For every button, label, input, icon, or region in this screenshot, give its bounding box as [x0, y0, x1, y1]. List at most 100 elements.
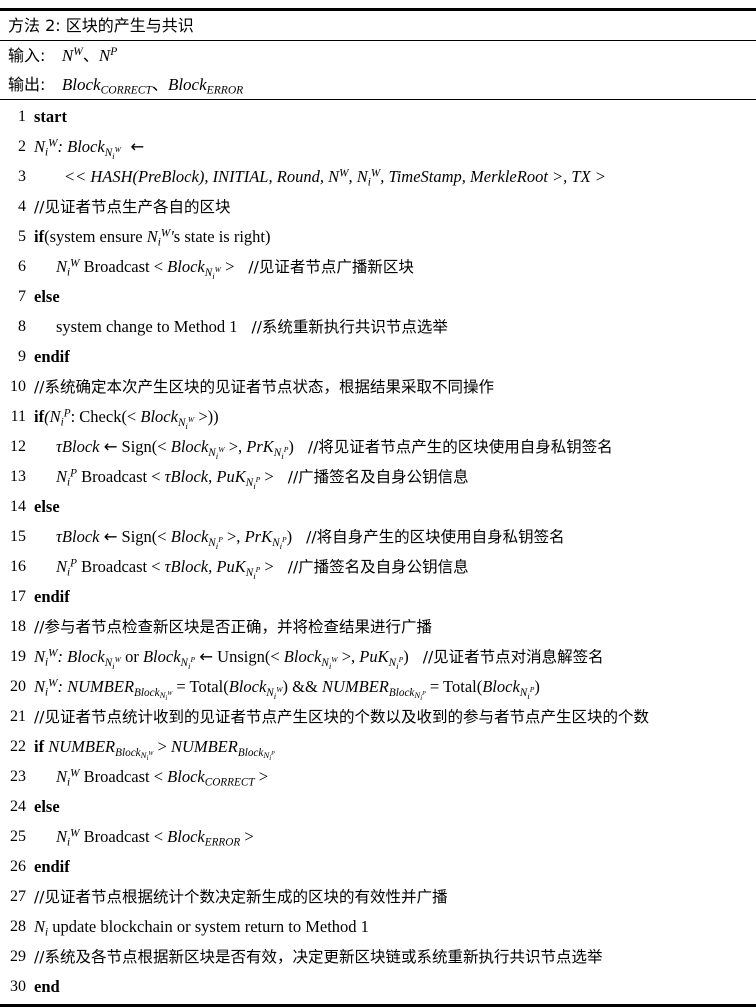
algorithm-line: 10 //系统确定本次产生区块的见证者节点状态，根据结果采取不同操作 — [0, 372, 756, 402]
line-number: 19 — [10, 648, 26, 665]
line-content: endif — [34, 583, 752, 610]
line-content: τBlock ← Sign(< BlockNiW >, PrKNiP)//将见证… — [56, 437, 613, 461]
line-content: if(NiP: Check(< BlockNiW >)) — [34, 407, 219, 431]
algorithm-line: 2 NiW: BlockNiW ← — [0, 132, 756, 162]
algorithm-line: 1 start — [0, 102, 756, 132]
keyword-if: if — [34, 227, 45, 246]
algorithm-line: 23 NiW Broadcast < BlockCORRECT > — [0, 762, 756, 792]
line-number: 30 — [10, 978, 26, 995]
algorithm-line: 29 //系统及各节点根据新区块是否有效，决定更新区块链或系统重新执行共识节点选… — [0, 942, 756, 972]
inline-comment: //见证者节点统计收到的见证者节点产生区块的个数以及收到的参与者节点产生区块的个… — [34, 708, 649, 726]
page-title: 方法 2: 区块的产生与共识 — [8, 16, 194, 35]
line-number: 7 — [18, 288, 26, 305]
algorithm-line: 14 else — [0, 492, 756, 522]
line-content: end — [34, 973, 752, 1000]
inline-comment: //参与者节点检查新区块是否正确，并将检查结果进行广播 — [34, 618, 432, 636]
algorithm-line: 27 //见证者节点根据统计个数决定新生成的区块的有效性并广播 — [0, 882, 756, 912]
line-content: //见证者节点统计收到的见证者节点产生区块的个数以及收到的参与者节点产生区块的个… — [34, 703, 752, 731]
line-content: //见证者节点生产各自的区块 — [34, 193, 752, 221]
line-content: //系统确定本次产生区块的见证者节点状态，根据结果采取不同操作 — [34, 373, 752, 401]
algorithm-line: 26 endif — [0, 852, 756, 882]
output-label: 输出: — [8, 75, 46, 94]
line-content: τBlock ← Sign(< BlockNiP >, PrKNiP)//将自身… — [56, 527, 565, 551]
inline-comment: //将自身产生的区块使用自身私钥签名 — [306, 528, 565, 546]
line-content: else — [34, 793, 752, 820]
algorithm-line: 3 << HASH(PreBlock), INITIAL, Round, NW,… — [0, 162, 756, 192]
input-value: NW、NP — [61, 45, 118, 65]
algorithm-line: 6 NiW Broadcast < BlockNiW >//见证者节点广播新区块 — [0, 252, 756, 282]
line-content: << HASH(PreBlock), INITIAL, Round, NW, N… — [64, 167, 606, 189]
algorithm-line: 22 if NUMBERBlockNiW > NUMBERBlockNiP — [0, 732, 756, 762]
input-row: 输入: NW、NP — [0, 41, 756, 70]
inline-comment: //见证者节点根据统计个数决定新生成的区块的有效性并广播 — [34, 888, 448, 906]
algorithm-line: 28 Ni update blockchain or system return… — [0, 912, 756, 942]
line-number: 24 — [10, 798, 26, 815]
algorithm-line: 16 NiP Broadcast < τBlock, PuKNiP >//广播签… — [0, 552, 756, 582]
line-content: if(system ensure NiW's state is right) — [34, 227, 271, 249]
line-number: 28 — [10, 918, 26, 935]
inline-comment: //系统重新执行共识节点选举 — [251, 318, 448, 336]
line-content: //见证者节点根据统计个数决定新生成的区块的有效性并广播 — [34, 883, 752, 911]
inline-comment: //系统确定本次产生区块的见证者节点状态，根据结果采取不同操作 — [34, 378, 494, 396]
algorithm-title-row: 方法 2: 区块的产生与共识 — [0, 11, 756, 40]
keyword-else: else — [34, 497, 60, 516]
keyword-end: end — [34, 977, 60, 996]
line-number: 18 — [10, 618, 26, 635]
line-content: endif — [34, 343, 752, 370]
algorithm-box: 方法 2: 区块的产生与共识 输入: NW、NP 输出: BlockCORREC… — [0, 8, 756, 1007]
line-content: else — [34, 493, 752, 520]
line-number: 22 — [10, 738, 26, 755]
line-number: 20 — [10, 678, 26, 695]
keyword-else: else — [34, 797, 60, 816]
bottom-rule — [0, 1004, 756, 1007]
algorithm-line: 20 NiW: NUMBERBlockNiW = Total(BlockNiW)… — [0, 672, 756, 702]
line-number: 1 — [18, 108, 26, 125]
line-number: 21 — [10, 708, 26, 725]
algorithm-line: 11 if(NiP: Check(< BlockNiW >)) — [0, 402, 756, 432]
line-number: 6 — [18, 258, 26, 275]
inline-comment: //广播签名及自身公钥信息 — [287, 558, 469, 576]
line-number: 17 — [10, 588, 26, 605]
keyword-endif: endif — [34, 587, 70, 606]
line-number: 11 — [10, 408, 26, 425]
line-number: 15 — [10, 528, 26, 545]
algorithm-line: 9 endif — [0, 342, 756, 372]
output-row: 输出: BlockCORRECT、BlockERROR — [0, 70, 756, 99]
algorithm-line: 17 endif — [0, 582, 756, 612]
line-content: NiW Broadcast < BlockNiW >//见证者节点广播新区块 — [56, 257, 414, 281]
line-number: 2 — [18, 138, 26, 155]
algorithm-line: 5 if(system ensure NiW's state is right) — [0, 222, 756, 252]
algorithm-line: 12 τBlock ← Sign(< BlockNiW >, PrKNiP)//… — [0, 432, 756, 462]
line-content: NiW: NUMBERBlockNiW = Total(BlockNiW) &&… — [34, 677, 540, 703]
keyword-endif: endif — [34, 857, 70, 876]
line-number: 16 — [10, 558, 26, 575]
line-content: //参与者节点检查新区块是否正确，并将检查结果进行广播 — [34, 613, 752, 641]
line-number: 9 — [18, 348, 26, 365]
line-number: 26 — [10, 858, 26, 875]
inline-comment: //广播签名及自身公钥信息 — [287, 468, 469, 486]
line-number: 5 — [18, 228, 26, 245]
output-value: BlockCORRECT、BlockERROR — [61, 75, 244, 97]
inline-comment: //将见证者节点产生的区块使用自身私钥签名 — [307, 438, 613, 456]
line-content: NiP Broadcast < τBlock, PuKNiP >//广播签名及自… — [56, 557, 469, 581]
algorithm-line: 24 else — [0, 792, 756, 822]
algorithm-line: 8 system change to Method 1//系统重新执行共识节点选… — [0, 312, 756, 342]
algorithm-line: 21 //见证者节点统计收到的见证者节点产生区块的个数以及收到的参与者节点产生区… — [0, 702, 756, 732]
inline-comment: //见证者节点生产各自的区块 — [34, 198, 231, 216]
algorithm-line: 13 NiP Broadcast < τBlock, PuKNiP >//广播签… — [0, 462, 756, 492]
algorithm-line: 4 //见证者节点生产各自的区块 — [0, 192, 756, 222]
line-number: 8 — [18, 318, 26, 335]
line-content: //系统及各节点根据新区块是否有效，决定更新区块链或系统重新执行共识节点选举 — [34, 943, 752, 971]
line-number: 27 — [10, 888, 26, 905]
inline-comment: //系统及各节点根据新区块是否有效，决定更新区块链或系统重新执行共识节点选举 — [34, 948, 603, 966]
line-number: 14 — [10, 498, 26, 515]
keyword-if: if — [34, 737, 45, 756]
line-content: system change to Method 1//系统重新执行共识节点选举 — [56, 317, 448, 336]
line-number: 10 — [10, 378, 26, 395]
algorithm-line: 15 τBlock ← Sign(< BlockNiP >, PrKNiP)//… — [0, 522, 756, 552]
algorithm-line: 18 //参与者节点检查新区块是否正确，并将检查结果进行广播 — [0, 612, 756, 642]
line-content: NiW: BlockNiW or BlockNiP ← Unsign(< Blo… — [34, 647, 604, 671]
line-content: NiW Broadcast < BlockCORRECT > — [56, 767, 269, 789]
line-content: NiW: BlockNiW ← — [34, 137, 145, 161]
algorithm-lines: 1 start 2 NiW: BlockNiW ← 3 << HASH(PreB… — [0, 100, 756, 1002]
